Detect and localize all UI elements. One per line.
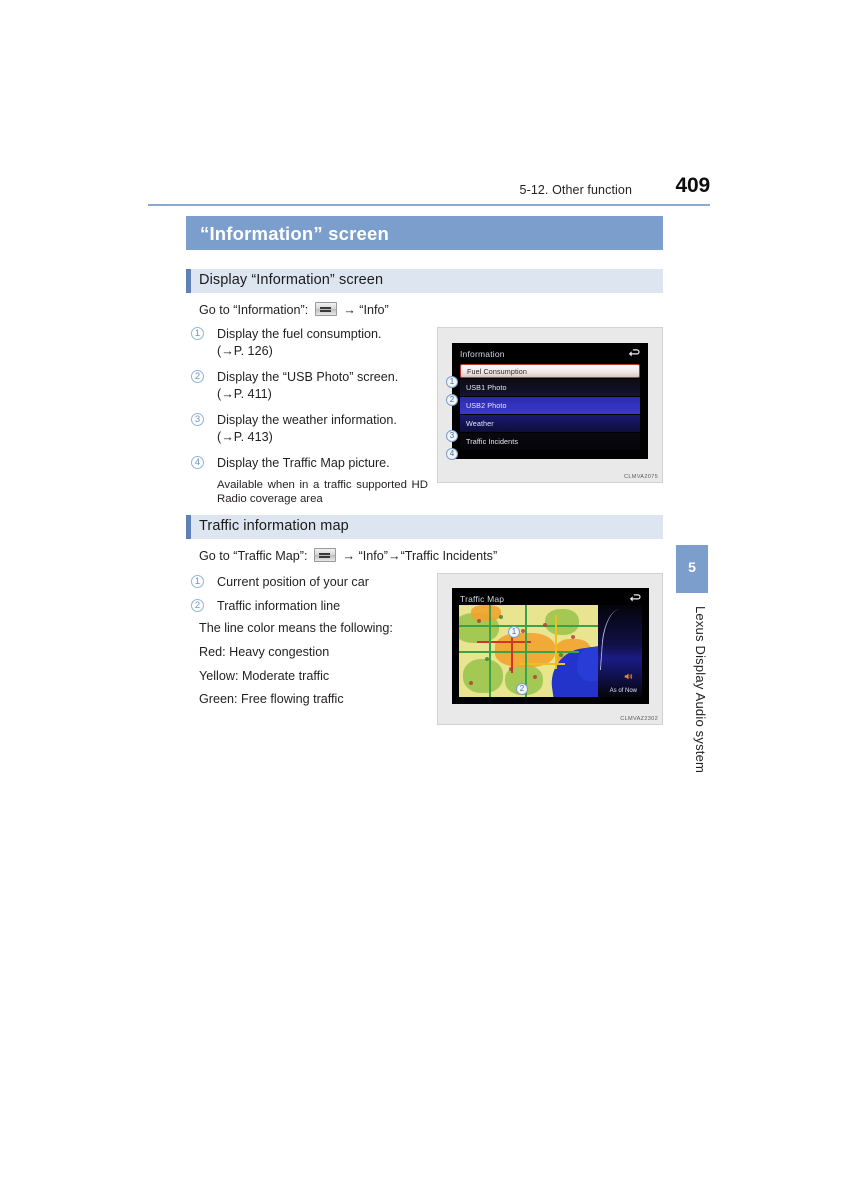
figure-traffic-map-screen: Traffic Map As of Now 1 2 CLMVAZ2302 [437,573,663,725]
menu-row-traffic-incidents[interactable]: Traffic Incidents [460,433,640,450]
figure-callout-1: 1 [508,626,520,638]
item-page-ref: (→P. 411) [217,386,272,401]
item-description: Display the “USB Photo” screen. [217,370,399,384]
list-item-text: Display the weather information. (→P. 41… [217,412,429,445]
subsection-accent-bar [186,269,191,293]
manual-page: 5-12. Other function 409 “Information” s… [0,0,848,1200]
goto-suffix: “Info” [359,303,389,317]
callout-number: 3 [191,413,204,426]
subsection-header-traffic-map: Traffic information map [186,515,663,539]
decorative-arc [599,608,632,672]
menu-row-label: USB1 Photo [466,383,507,392]
as-of-label: As of Now [609,688,637,694]
callout-number: 2 [191,599,204,612]
figure-callout-1: 1 [446,376,458,388]
figure-callout-2: 2 [516,683,528,695]
goto-path-information: Go to “Information”: → “Info” [199,302,389,318]
back-arrow-icon [628,349,640,357]
list-item-text: Current position of your car [217,575,369,589]
item-description: Display the weather information. [217,413,397,427]
menu-row-usb1-photo[interactable]: USB1 Photo [460,379,640,396]
list-item-text: Display the Traffic Map picture. [217,456,390,470]
chapter-thumb-tab: 5 [676,545,708,593]
section-title-band: “Information” screen [186,216,663,250]
map-canvas[interactable] [459,605,603,697]
figure-callout-2: 2 [446,394,458,406]
figure-code: CLMVA2075 [623,474,658,480]
arrow-icon: → [343,303,356,317]
item-description: Display the fuel consumption. [217,327,382,341]
menu-row-weather[interactable]: Weather [460,415,640,432]
subsection-accent-bar [186,515,191,539]
menu-row-label: USB2 Photo [466,401,507,410]
traffic-map-screen-render: Traffic Map As of Now [452,588,649,704]
menu-hardkey-icon [313,548,336,562]
figure-callout-4: 4 [446,448,458,460]
map-side-panel: As of Now [598,605,642,697]
header-chapter: 5-12. Other function [519,183,632,197]
section-title: “Information” screen [200,223,390,244]
goto-prefix: Go to “Information”: [199,303,309,317]
figure-callout-3: 3 [446,430,458,442]
legend-green-line: Green: Free flowing traffic [199,692,344,706]
subsection-title: Display “Information” screen [199,272,384,288]
page-number: 409 [675,174,711,197]
menu-row-label: Fuel Consumption [467,367,527,376]
callout-number: 1 [191,575,204,588]
menu-row-label: Weather [466,419,494,428]
subsection-title: Traffic information map [199,518,349,534]
legend-red-line: Red: Heavy congestion [199,645,330,659]
legend-intro-line: The line color means the following: [199,621,393,635]
information-screen-render: Information Fuel Consumption USB1 Photo … [452,343,648,459]
callout-number: 1 [191,327,204,340]
screen-title: Information [460,349,505,359]
menu-row-fuel-consumption[interactable]: Fuel Consumption [460,364,640,378]
callout-number: 4 [191,456,204,469]
list-item-text: Display the fuel consumption. (→P. 126) [217,326,429,359]
chapter-thumb-label: Lexus Display Audio system [693,606,708,774]
subsection-header-display-information: Display “Information” screen [186,269,663,293]
header-rule [148,204,710,206]
arrow-icon: → [342,549,356,563]
back-arrow-icon [629,594,641,602]
screen-title: Traffic Map [460,594,505,604]
figure-information-screen: Information Fuel Consumption USB1 Photo … [437,327,663,483]
legend-yellow-line: Yellow: Moderate traffic [199,669,330,683]
information-menu-list: Fuel Consumption USB1 Photo USB2 Photo W… [460,364,640,451]
item-page-ref: (→P. 126) [217,343,273,358]
goto-suffix: “Info”→“Traffic Incidents” [358,549,498,563]
item-page-ref: (→P. 413) [217,429,273,444]
list-item-text: Traffic information line [217,599,341,613]
menu-row-label: Traffic Incidents [466,437,519,446]
callout-number: 2 [191,370,204,383]
figure-code: CLMVAZ2302 [620,716,658,722]
availability-note: Available when in a traffic supported HD… [217,479,428,505]
chapter-number: 5 [688,559,696,575]
menu-row-usb2-photo[interactable]: USB2 Photo [460,397,640,414]
goto-prefix: Go to “Traffic Map”: [199,549,308,563]
list-item-text: Display the “USB Photo” screen. (→P. 411… [217,369,429,402]
goto-path-traffic-map: Go to “Traffic Map”: → “Info”→“Traffic I… [199,548,497,564]
speaker-icon [624,673,633,680]
menu-hardkey-icon [314,302,337,316]
